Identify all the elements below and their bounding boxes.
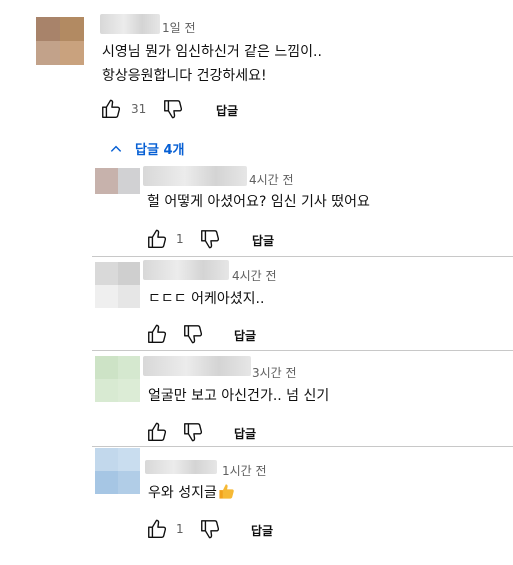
avatar[interactable] xyxy=(95,168,140,194)
reply-text: ㄷㄷㄷ 어케아셨지.. xyxy=(148,291,265,307)
divider xyxy=(92,350,513,351)
reply-button[interactable]: 답글 xyxy=(251,522,273,539)
reply-button[interactable]: 답글 xyxy=(234,327,256,344)
comment-time[interactable]: 3시간 전 xyxy=(252,364,297,381)
divider xyxy=(92,256,513,257)
thumbs-down-icon[interactable] xyxy=(182,421,204,443)
like-count: 1 xyxy=(176,232,184,246)
replies-toggle-label: 답글 4개 xyxy=(135,143,185,158)
thumbs-up-icon[interactable] xyxy=(100,98,122,120)
reply-button[interactable]: 답글 xyxy=(216,102,238,119)
avatar[interactable] xyxy=(95,262,140,308)
reply-button[interactable]: 답글 xyxy=(252,232,274,249)
comment-time[interactable]: 4시간 전 xyxy=(232,267,277,284)
reply-text: 우와 성지글 xyxy=(148,483,235,504)
reply-button[interactable]: 답글 xyxy=(234,425,256,442)
avatar[interactable] xyxy=(36,17,84,65)
like-count: 31 xyxy=(131,102,147,116)
comment-text-line-2: 항상응원합니다 건강하세요! xyxy=(102,68,267,84)
thumbs-up-icon[interactable] xyxy=(146,518,168,540)
chevron-up-icon xyxy=(109,142,123,156)
reply-text-content: 우와 성지글 xyxy=(148,485,217,501)
thumbs-down-icon[interactable] xyxy=(162,98,184,120)
reply-text: 헐 어떻게 아셨어요? 임신 기사 떴어요 xyxy=(147,194,370,210)
thumbs-down-icon[interactable] xyxy=(199,228,221,250)
author-name-blurred[interactable] xyxy=(143,260,229,280)
comment-time[interactable]: 1시간 전 xyxy=(222,462,267,479)
avatar[interactable] xyxy=(95,448,140,494)
author-name-blurred[interactable] xyxy=(100,14,160,34)
like-count: 1 xyxy=(176,522,184,536)
thumbs-up-icon[interactable] xyxy=(146,421,168,443)
comment-time[interactable]: 4시간 전 xyxy=(249,171,294,188)
avatar[interactable] xyxy=(95,356,140,402)
reply-text: 얼굴만 보고 아신건가.. 넘 신기 xyxy=(148,388,330,404)
comment-text-line-1: 시영님 뭔가 임신하신거 같은 느낌이.. xyxy=(102,44,322,60)
thumbs-down-icon[interactable] xyxy=(199,518,221,540)
author-name-blurred[interactable] xyxy=(145,460,217,474)
comment-time[interactable]: 1일 전 xyxy=(162,19,196,36)
replies-toggle[interactable]: 답글 4개 xyxy=(109,139,184,158)
author-name-blurred[interactable] xyxy=(143,356,251,376)
author-name-blurred[interactable] xyxy=(143,166,247,186)
divider xyxy=(92,446,513,447)
thumbs-up-emoji-icon xyxy=(218,483,235,500)
thumbs-up-icon[interactable] xyxy=(146,228,168,250)
thumbs-down-icon[interactable] xyxy=(182,323,204,345)
thumbs-up-icon[interactable] xyxy=(146,323,168,345)
